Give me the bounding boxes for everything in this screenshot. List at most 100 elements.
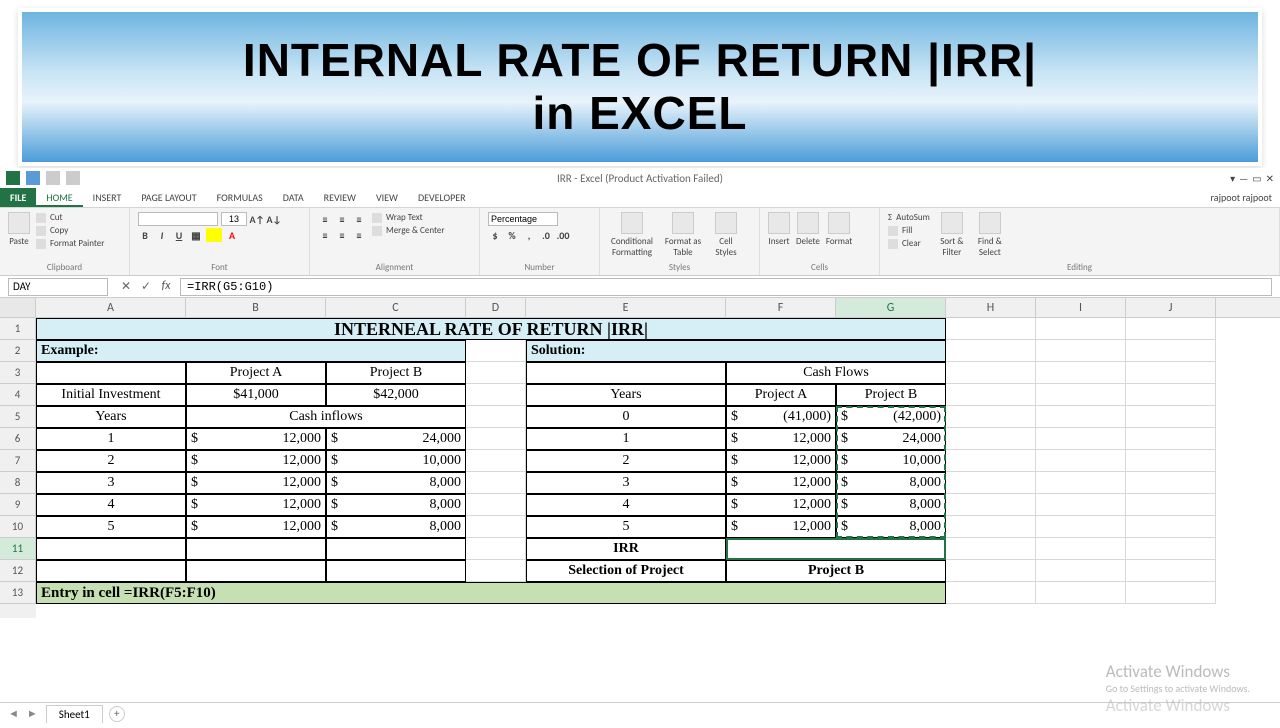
formula-input[interactable]: =IRR(G5:G10) <box>180 278 1272 296</box>
sol-b-9[interactable]: $8,000 <box>836 494 946 516</box>
blank-I3[interactable] <box>1036 362 1126 384</box>
inv-b[interactable]: $42,000 <box>326 384 466 406</box>
blank-J5[interactable] <box>1126 406 1216 428</box>
blank-H10[interactable] <box>946 516 1036 538</box>
row-header-8[interactable]: 8 <box>0 472 36 494</box>
paste-button[interactable]: Paste <box>8 212 30 247</box>
merge-center-button[interactable]: Merge & Center <box>372 225 445 236</box>
inc-decimal-icon[interactable]: .0 <box>539 228 553 242</box>
sol-b-8[interactable]: $8,000 <box>836 472 946 494</box>
blank-D8[interactable] <box>466 472 526 494</box>
a11[interactable] <box>36 538 186 560</box>
blank-I5[interactable] <box>1036 406 1126 428</box>
sol-b-5[interactable]: $(42,000) <box>836 406 946 428</box>
sol-a-9[interactable]: $12,000 <box>726 494 836 516</box>
font-color-button[interactable]: A <box>225 228 239 242</box>
insert-cells-button[interactable]: Insert <box>768 212 790 247</box>
blank-J2[interactable] <box>1126 340 1216 362</box>
blank-J7[interactable] <box>1126 450 1216 472</box>
user-name-label[interactable]: rajpoot rajpoot <box>1203 188 1280 207</box>
left-a-9[interactable]: $12,000 <box>186 494 326 516</box>
row-header-1[interactable]: 1 <box>0 318 36 340</box>
enter-formula-icon[interactable]: ✓ <box>138 279 154 294</box>
column-header-A[interactable]: A <box>36 298 186 317</box>
blank-H5[interactable] <box>946 406 1036 428</box>
tab-formulas[interactable]: FORMULAS <box>207 188 273 207</box>
blank-I8[interactable] <box>1036 472 1126 494</box>
align-top-icon[interactable]: ≡ <box>318 212 332 226</box>
blank-J4[interactable] <box>1126 384 1216 406</box>
left-b-10[interactable]: $8,000 <box>326 516 466 538</box>
ribbon-options-icon[interactable]: ▾ <box>1230 172 1235 185</box>
fill-color-button[interactable] <box>206 228 222 242</box>
year-4[interactable]: 4 <box>36 494 186 516</box>
minimize-icon[interactable]: — <box>1239 172 1248 185</box>
years-label[interactable]: Years <box>36 406 186 428</box>
left-b-7[interactable]: $10,000 <box>326 450 466 472</box>
cut-button[interactable]: Cut <box>36 212 104 223</box>
cell-e3[interactable] <box>526 362 726 384</box>
format-table-button[interactable]: Format as Table <box>662 212 704 258</box>
column-header-J[interactable]: J <box>1126 298 1216 317</box>
blank-I7[interactable] <box>1036 450 1126 472</box>
tab-data[interactable]: DATA <box>273 188 314 207</box>
column-header-G[interactable]: G <box>836 298 946 317</box>
save-icon[interactable] <box>26 171 40 185</box>
sol-a-7[interactable]: $12,000 <box>726 450 836 472</box>
blank-J13[interactable] <box>1126 582 1216 604</box>
year-2[interactable]: 2 <box>36 450 186 472</box>
proj-b-hdr[interactable]: Project B <box>326 362 466 384</box>
blank-D12[interactable] <box>466 560 526 582</box>
cash-inflows-hdr[interactable]: Cash inflows <box>186 406 466 428</box>
cell-styles-button[interactable]: Cell Styles <box>710 212 742 258</box>
b12[interactable] <box>186 560 326 582</box>
blank-I9[interactable] <box>1036 494 1126 516</box>
tab-home[interactable]: HOME <box>36 188 82 207</box>
blank-I6[interactable] <box>1036 428 1126 450</box>
dec-decimal-icon[interactable]: .00 <box>556 228 570 242</box>
blank-I10[interactable] <box>1036 516 1126 538</box>
sheet-nav-prev-icon[interactable]: ◄ <box>8 707 19 720</box>
cell-a3[interactable] <box>36 362 186 384</box>
row-header-3[interactable]: 3 <box>0 362 36 384</box>
percent-icon[interactable]: % <box>505 228 519 242</box>
proj-a-hdr[interactable]: Project A <box>186 362 326 384</box>
blank-H9[interactable] <box>946 494 1036 516</box>
irr-label[interactable]: IRR <box>526 538 726 560</box>
name-box[interactable]: DAY <box>8 278 108 296</box>
sol-a-8[interactable]: $12,000 <box>726 472 836 494</box>
blank-D4[interactable] <box>466 384 526 406</box>
blank-J11[interactable] <box>1126 538 1216 560</box>
sol-b-10[interactable]: $8,000 <box>836 516 946 538</box>
tab-page-layout[interactable]: PAGE LAYOUT <box>131 188 206 207</box>
tab-view[interactable]: VIEW <box>366 188 408 207</box>
blank-J1[interactable] <box>1126 318 1216 340</box>
decrease-font-icon[interactable]: A↓ <box>267 212 281 226</box>
sol-b-6[interactable]: $24,000 <box>836 428 946 450</box>
b11[interactable] <box>186 538 326 560</box>
find-select-button[interactable]: Find & Select <box>974 212 1006 258</box>
column-header-H[interactable]: H <box>946 298 1036 317</box>
blank-J12[interactable] <box>1126 560 1216 582</box>
blank-D6[interactable] <box>466 428 526 450</box>
copy-button[interactable]: Copy <box>36 225 104 236</box>
left-b-6[interactable]: $24,000 <box>326 428 466 450</box>
row-header-2[interactable]: 2 <box>0 340 36 362</box>
increase-font-icon[interactable]: A↑ <box>250 212 264 226</box>
conditional-formatting-button[interactable]: Conditional Formatting <box>608 212 656 258</box>
blank-D10[interactable] <box>466 516 526 538</box>
add-sheet-button[interactable]: + <box>109 706 125 722</box>
sol-year-3[interactable]: 3 <box>526 472 726 494</box>
column-header-F[interactable]: F <box>726 298 836 317</box>
blank-J3[interactable] <box>1126 362 1216 384</box>
clear-button[interactable]: Clear <box>888 238 930 249</box>
a12[interactable] <box>36 560 186 582</box>
entry-note[interactable]: Entry in cell =IRR(F5:F10) <box>36 582 946 604</box>
tab-file[interactable]: FILE <box>0 188 36 207</box>
blank-D7[interactable] <box>466 450 526 472</box>
redo-icon[interactable] <box>66 171 80 185</box>
font-name-input[interactable] <box>138 212 218 226</box>
sol-a-10[interactable]: $12,000 <box>726 516 836 538</box>
year-5[interactable]: 5 <box>36 516 186 538</box>
maximize-icon[interactable]: ▭ <box>1252 172 1261 185</box>
